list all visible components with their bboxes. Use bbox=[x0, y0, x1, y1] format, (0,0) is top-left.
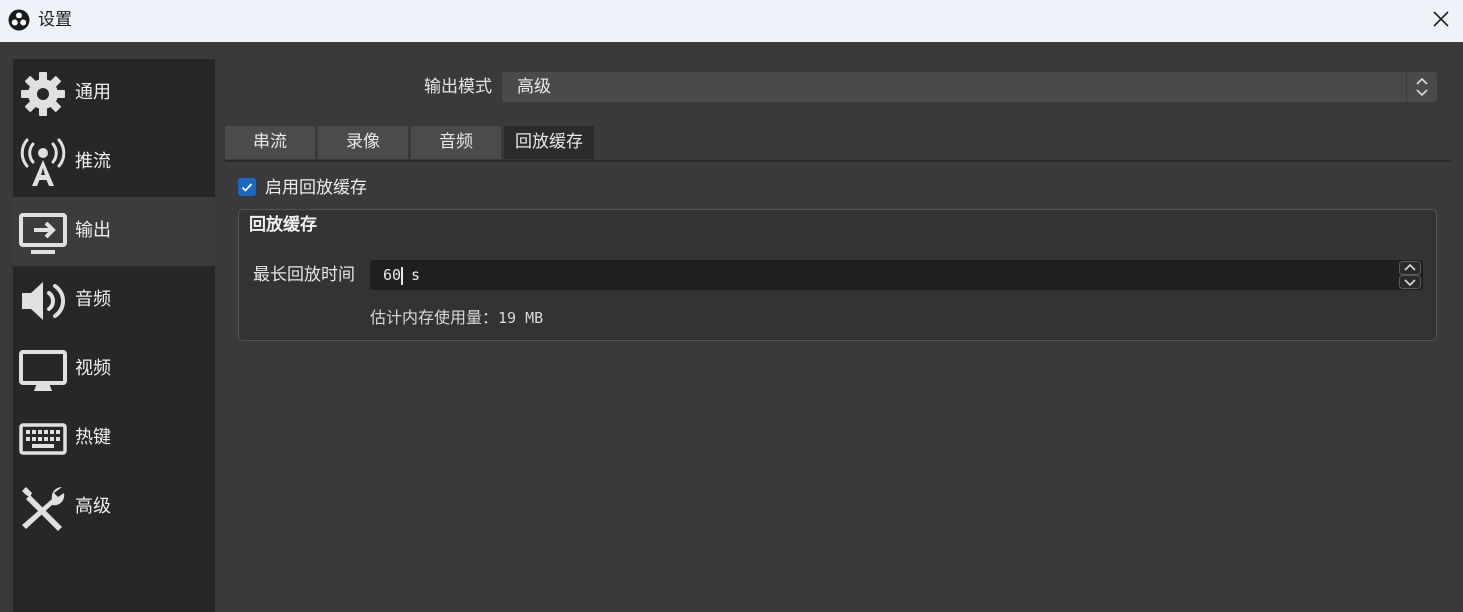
output-mode-value: 高级 bbox=[517, 77, 551, 97]
tab-streaming[interactable]: 串流 bbox=[225, 126, 315, 159]
window-title: 设置 bbox=[38, 10, 72, 30]
estimated-memory-label: 估计内存使用量： bbox=[370, 308, 499, 327]
broadcast-antenna-icon bbox=[20, 138, 66, 186]
sidebar-item-stream[interactable]: 推流 bbox=[13, 128, 215, 197]
chevron-down-icon[interactable] bbox=[1399, 275, 1421, 289]
max-replay-time-label: 最长回放时间 bbox=[253, 265, 355, 285]
sidebar-item-label: 高级 bbox=[75, 496, 111, 517]
sidebar-item-label: 视频 bbox=[75, 358, 111, 379]
sidebar-item-label: 通用 bbox=[75, 82, 111, 103]
tab-recording[interactable]: 录像 bbox=[318, 126, 408, 159]
tab-divider bbox=[225, 160, 1451, 162]
speaker-icon bbox=[22, 282, 65, 320]
sidebar-item-video[interactable]: 视频 bbox=[13, 335, 215, 404]
max-replay-time-unit: s bbox=[411, 266, 421, 284]
text-cursor bbox=[401, 267, 403, 285]
select-updown-icon bbox=[1406, 72, 1428, 102]
chevron-up-icon[interactable] bbox=[1399, 261, 1421, 275]
output-mode-label: 输出模式 bbox=[424, 77, 492, 97]
enable-replay-label: 启用回放缓存 bbox=[265, 178, 367, 198]
sidebar-item-label: 热键 bbox=[75, 427, 111, 448]
monitor-icon bbox=[19, 350, 67, 391]
tab-audio[interactable]: 音频 bbox=[411, 126, 501, 159]
sidebar-item-label: 输出 bbox=[75, 220, 111, 241]
sidebar-item-output[interactable]: 输出 bbox=[13, 197, 215, 266]
output-mode-select[interactable]: 高级 bbox=[502, 72, 1437, 102]
sidebar-item-general[interactable]: 通用 bbox=[13, 59, 215, 128]
tab-replay-buffer[interactable]: 回放缓存 bbox=[504, 126, 594, 159]
close-icon[interactable] bbox=[1425, 6, 1455, 34]
sidebar-item-label: 推流 bbox=[75, 151, 111, 172]
estimated-memory-value: 19 MB bbox=[498, 309, 544, 327]
gear-icon bbox=[21, 72, 65, 116]
settings-sidebar: 通用 推流 输出 音频 视频 热键 高级 bbox=[13, 59, 215, 612]
obs-logo-icon bbox=[8, 9, 30, 31]
group-title: 回放缓存 bbox=[249, 215, 317, 235]
keyboard-icon bbox=[19, 423, 67, 455]
estimated-memory: 估计内存使用量：19 MB bbox=[370, 306, 543, 330]
title-bar: 设置 bbox=[0, 0, 1463, 42]
max-replay-time-value: 60 bbox=[383, 266, 402, 284]
sidebar-item-hotkeys[interactable]: 热键 bbox=[13, 404, 215, 473]
spin-buttons bbox=[1399, 260, 1423, 290]
sidebar-item-label: 音频 bbox=[75, 289, 111, 310]
replay-buffer-group: 回放缓存 最长回放时间 60 s 估计内存使用量：19 MB bbox=[238, 209, 1437, 341]
enable-replay-checkbox[interactable] bbox=[238, 178, 256, 196]
sidebar-item-advanced[interactable]: 高级 bbox=[13, 473, 215, 542]
sidebar-item-audio[interactable]: 音频 bbox=[13, 266, 215, 335]
monitor-output-icon bbox=[19, 213, 67, 254]
tools-icon bbox=[22, 486, 65, 531]
max-replay-time-spinbox[interactable]: 60 s bbox=[370, 260, 1423, 290]
